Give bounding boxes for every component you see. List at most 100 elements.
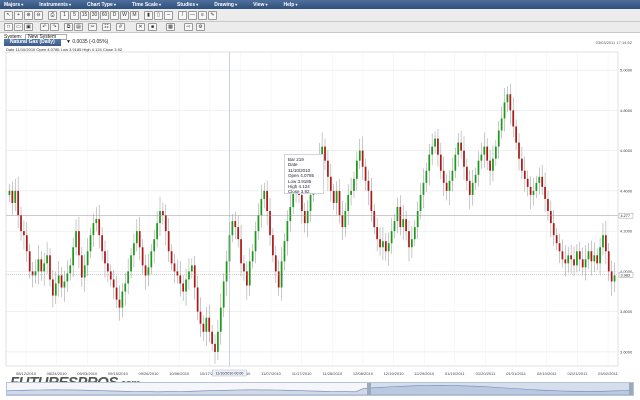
y-tick-label: 5.0000 [620,68,633,73]
candle-body [156,223,158,240]
candle-body [578,251,581,260]
candle-body [610,271,613,282]
candle-body [254,231,257,252]
candle-body [329,176,332,191]
navigator-selection[interactable] [369,383,633,395]
candle-body [86,251,89,266]
candle-body [303,211,306,224]
candle-body [364,166,367,181]
candle-body [596,255,599,264]
candle-body [567,255,570,264]
candle-body [379,239,381,248]
candle-body [549,211,552,224]
candle-body [78,231,80,256]
candle-body [17,190,20,216]
price-chart[interactable]: 3.60003.80004.00004.20004.40004.60004.80… [0,0,640,400]
candle-body [552,223,555,236]
candle-body [489,160,491,171]
candle-body [277,271,280,288]
candle-body [547,198,549,212]
candle-body [384,241,387,252]
candle-body [538,176,541,183]
candle-body [555,235,558,244]
candle-body [92,223,95,236]
candle-body [25,235,28,252]
x-tick-label: 11/07/2010 [261,371,281,376]
candle-body [497,130,500,147]
candle-body [188,271,190,280]
candle-body [104,251,106,264]
candle-body [222,281,225,308]
navigator-right-handle[interactable] [629,383,633,395]
price-level-label: 3.983 [621,273,631,277]
candle-body [518,142,520,159]
candle-body [211,331,213,344]
range-navigator[interactable] [6,382,634,396]
candle-body [52,279,54,296]
candle-body [399,206,402,228]
candle-body [561,251,564,260]
candle-body [451,170,454,181]
candle-body [107,263,109,272]
candle-body [214,343,216,352]
candle-body [37,259,40,272]
candle-body [138,231,141,248]
candle-body [133,243,135,256]
candle-body [573,259,575,266]
candle-body [324,146,326,161]
candle-body [564,259,567,264]
x-tick-label: 02/10/2011 [537,371,557,376]
candle-body [347,194,350,212]
candle-body [570,255,572,260]
candle-body [457,142,460,155]
x-tick-label: 03/02/2011 [598,371,618,376]
candle-body [127,271,130,284]
candle-body [95,219,98,224]
candle-body [448,180,451,191]
candle-body [72,247,75,266]
candle-body [460,142,462,151]
candle-body [208,317,211,332]
y-tick-label: 4.4000 [620,188,633,193]
candle-body [309,194,312,212]
candle-body [14,190,17,203]
candle-body [338,190,341,216]
candle-body [445,182,448,191]
candle-body [477,160,480,175]
candle-body [480,154,483,161]
candle-body [8,190,11,195]
candle-body [43,263,46,272]
x-tick-label: 01/20/2011 [476,371,496,376]
x-tick-label: 02/21/2011 [568,371,588,376]
candle-body [306,211,309,224]
candle-body [245,271,248,286]
candle-body [159,211,161,224]
candle-body [402,219,405,228]
x-tick-label: 09/26/2010 [139,371,160,376]
candle-body [390,231,393,244]
bar-tooltip: Bar 219 Date 11/10/2010 Open 4.0785 Low … [284,154,324,194]
candle-body [40,259,43,272]
y-tick-label: 3.8000 [620,309,633,314]
y-tick-label: 4.2000 [620,229,633,234]
candle-body [428,154,431,171]
candle-body [141,247,144,266]
candle-body [361,150,364,167]
navigator-left-handle[interactable] [367,383,371,395]
candle-body [112,279,115,288]
candle-body [599,247,601,264]
candle-body [257,215,260,232]
candle-body [28,251,31,272]
candle-body [269,211,271,236]
candle-body [167,231,170,252]
x-tick-label: 01/31/2011 [506,371,526,376]
candle-body [147,267,150,276]
candle-body [376,227,379,240]
candle-body [80,255,83,278]
candle-body [358,150,361,161]
candle-body [344,211,347,228]
candle-body [356,160,358,179]
candle-body [182,283,185,292]
candle-body [535,182,538,191]
candle-body [523,170,526,179]
